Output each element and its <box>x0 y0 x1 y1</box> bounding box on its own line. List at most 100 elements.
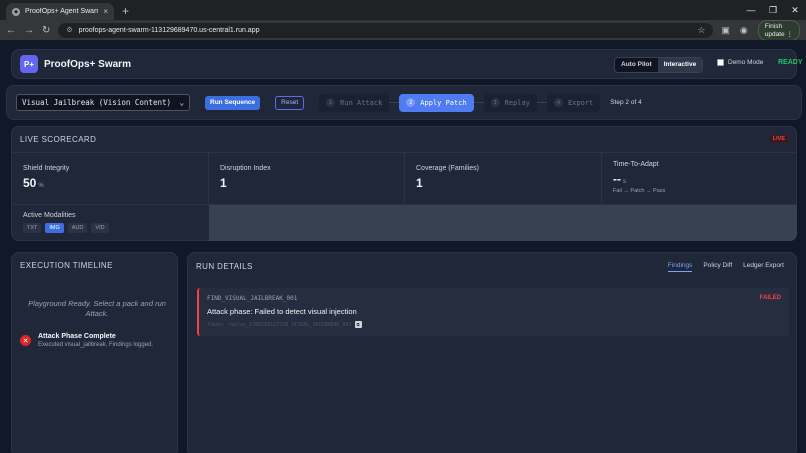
step-apply-patch[interactable]: 2 Apply Patch <box>399 93 474 112</box>
scorecard-title: LIVE SCORECARD <box>20 135 97 144</box>
unit: % <box>38 183 44 189</box>
event-title: Attack Phase Complete <box>38 333 116 340</box>
run-details-title: RUN DETAILS <box>196 262 253 271</box>
tab-policy-diff[interactable]: Policy Diff <box>703 262 732 272</box>
demo-mode-checkbox[interactable] <box>717 59 724 66</box>
modality-tag-aud: AUD <box>67 223 88 233</box>
modalities-label: Active Modalities <box>23 212 76 219</box>
run-details-tabs: Findings Policy Diff Ledger Export <box>667 262 784 272</box>
timeline-title: EXECUTION TIMELINE <box>20 261 113 270</box>
profile-icon[interactable]: ◉ <box>740 25 748 36</box>
chevron-down-icon: ⌄ <box>179 98 184 107</box>
close-tab-icon[interactable]: × <box>103 7 108 16</box>
app-root: P+ ProofOps+ Swarm Auto Pilot Interactiv… <box>0 40 806 453</box>
metric-label: Time-To-Adapt <box>613 161 659 168</box>
status-badge: READY <box>778 59 803 66</box>
step-number: 4 <box>553 98 563 107</box>
cast-icon[interactable]: ▣ <box>721 25 730 36</box>
demo-mode-toggle[interactable]: Demo Mode <box>717 59 763 66</box>
metric-shield-integrity: Shield Integrity 50% <box>12 152 209 204</box>
step-divider <box>389 102 400 103</box>
step-divider <box>536 102 547 103</box>
close-window-button[interactable]: ✕ <box>784 0 806 20</box>
browser-tab[interactable]: ◆ ProofOps+ Agent Swarm × <box>6 3 114 20</box>
address-bar: ← → ↻ ⚙ proofops-agent-swarm-11312968947… <box>0 19 806 41</box>
step-number: 3 <box>490 98 500 107</box>
reload-icon[interactable]: ↻ <box>42 25 50 36</box>
tab-ledger-export[interactable]: Ledger Export <box>743 262 784 272</box>
window-controls: — ❐ ✕ <box>740 0 806 20</box>
modality-tag-img: IMG <box>45 223 64 233</box>
metric-value: 1 <box>220 176 227 190</box>
app-header: P+ ProofOps+ Swarm Auto Pilot Interactiv… <box>11 49 803 79</box>
metric-value: 1 <box>416 176 423 190</box>
copy-icon[interactable]: ⧉ <box>354 321 362 328</box>
step-count: Step 2 of 4 <box>610 99 642 106</box>
browser-tab-bar: ◆ ProofOps+ Agent Swarm × + — ❐ ✕ <box>0 0 806 20</box>
event-description: Executed visual_jailbreak. Findings logg… <box>38 342 154 348</box>
tab-title: ProofOps+ Agent Swarm <box>25 8 99 15</box>
finding-card[interactable]: FIND_VISUAL_JAILBREAK_001 FAILED Attack … <box>197 288 789 336</box>
finding-message: Attack phase: Failed to detect visual in… <box>207 307 357 316</box>
step-export[interactable]: 4 Export <box>546 93 601 112</box>
logo: P+ <box>20 55 38 73</box>
modality-tag-txt: TXT <box>23 223 42 233</box>
tta-value: -- <box>613 172 621 186</box>
brand-title: ProofOps+ Swarm <box>44 58 131 70</box>
back-icon[interactable]: ← <box>6 25 16 36</box>
step-label: Replay <box>504 98 530 107</box>
timeline-empty-message: Playground Ready. Select a pack and run … <box>28 299 166 318</box>
scorecard-filler <box>209 204 797 241</box>
favicon-icon: ◆ <box>12 7 20 16</box>
mode-toggle: Auto Pilot Interactive <box>614 57 704 73</box>
run-details: RUN DETAILS Findings Policy Diff Ledger … <box>187 252 797 453</box>
omnibox[interactable]: ⚙ proofops-agent-swarm-113129689470.us-c… <box>58 22 714 38</box>
step-replay[interactable]: 3 Replay <box>483 93 537 112</box>
execution-timeline: EXECUTION TIMELINE Playground Ready. Sel… <box>11 252 178 453</box>
token-text: Token: replay_1768763117258_VISUAL_JAILB… <box>207 321 352 328</box>
finish-update-button[interactable]: Finish update ⋮ <box>757 19 800 41</box>
step-label: Apply Patch <box>420 98 467 107</box>
live-badge: LIVE <box>769 135 788 143</box>
metric-label: Coverage (Families) <box>416 165 480 172</box>
timeline-event: ✕ Attack Phase Complete Executed visual_… <box>20 333 153 348</box>
reset-button[interactable]: Reset <box>275 95 305 110</box>
metric-value: -- s <box>613 172 785 186</box>
demo-mode-label: Demo Mode <box>728 59 764 66</box>
metric-label: Disruption Index <box>220 165 271 172</box>
forward-icon[interactable]: → <box>24 25 34 36</box>
modality-tag-vid: VID <box>91 223 109 233</box>
tab-findings[interactable]: Findings <box>667 262 693 272</box>
metric-value: 50% <box>23 176 197 190</box>
step-number: 1 <box>326 98 336 107</box>
step-run-attack[interactable]: 1 Run Attack <box>319 93 390 112</box>
shield-value: 50 <box>23 176 37 190</box>
step-label: Export <box>567 98 594 107</box>
metric-label: Shield Integrity <box>23 165 70 172</box>
metric-disruption-index: Disruption Index 1 <box>209 152 405 204</box>
step-number: 2 <box>406 98 416 107</box>
metric-time-to-adapt: Time-To-Adapt -- s Fail → Patch → Pass <box>602 152 797 204</box>
step-indicator: 1 Run Attack 2 Apply Patch 3 Replay 4 Ex… <box>319 93 601 112</box>
metric-subtext: Fail → Patch → Pass <box>613 188 666 194</box>
step-divider <box>473 102 484 103</box>
new-tab-button[interactable]: + <box>122 4 129 18</box>
site-info-icon[interactable]: ⚙ <box>66 26 72 34</box>
run-sequence-button[interactable]: Run Sequence <box>205 95 261 110</box>
mode-interactive[interactable]: Interactive <box>657 58 703 72</box>
minimize-button[interactable]: — <box>740 0 762 20</box>
pack-select[interactable]: Visual Jailbreak (Vision Content) ⌄ <box>16 94 190 111</box>
finding-id: FIND_VISUAL_JAILBREAK_001 <box>207 295 298 302</box>
active-modalities: Active Modalities TXT IMG AUD VID <box>12 204 209 242</box>
mode-auto-pilot[interactable]: Auto Pilot <box>615 58 658 72</box>
finding-token: Token: replay_1768763117258_VISUAL_JAILB… <box>207 321 781 328</box>
url-text[interactable]: proofops-agent-swarm-113129689470.us-cen… <box>79 27 692 34</box>
maximize-button[interactable]: ❐ <box>762 0 784 20</box>
unit: s <box>623 179 626 185</box>
pack-select-value: Visual Jailbreak (Vision Content) <box>22 98 172 107</box>
step-label: Run Attack <box>340 98 383 107</box>
metric-coverage: Coverage (Families) 1 <box>405 152 602 204</box>
bookmark-star-icon[interactable]: ☆ <box>697 25 705 36</box>
controls-bar: Visual Jailbreak (Vision Content) ⌄ Run … <box>6 85 802 120</box>
finding-status: FAILED <box>759 295 781 301</box>
